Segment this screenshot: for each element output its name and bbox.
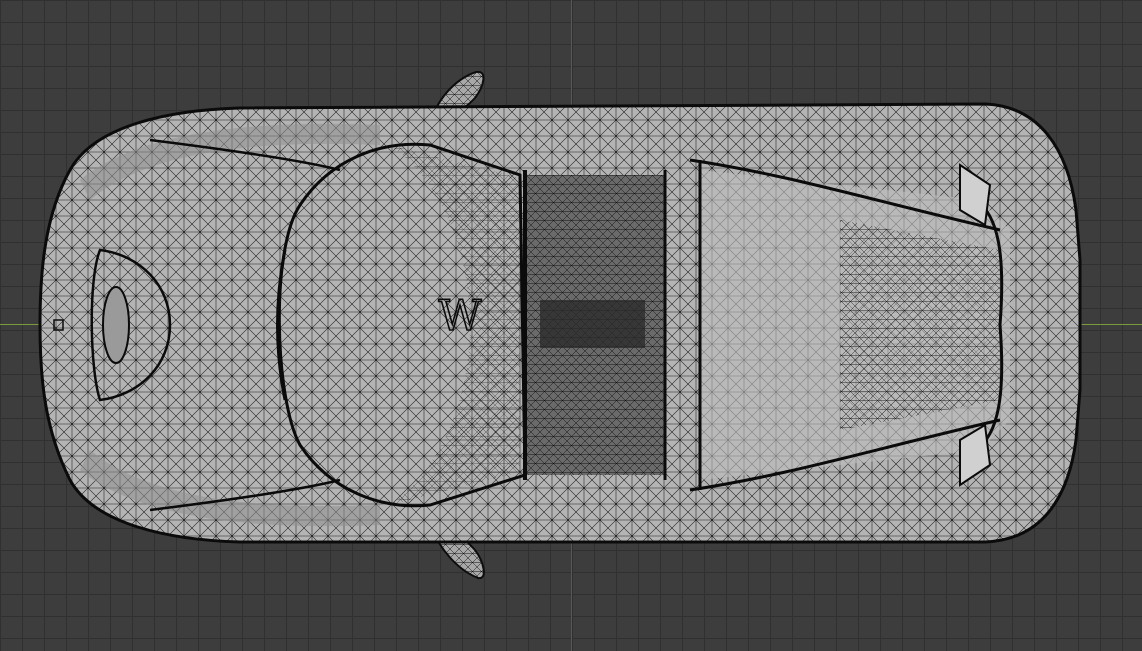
hood-badge: W [438,291,482,340]
front-vent [102,286,130,364]
3d-viewport[interactable]: W [0,0,1142,651]
car-wireframe-model[interactable]: W [0,0,1142,651]
